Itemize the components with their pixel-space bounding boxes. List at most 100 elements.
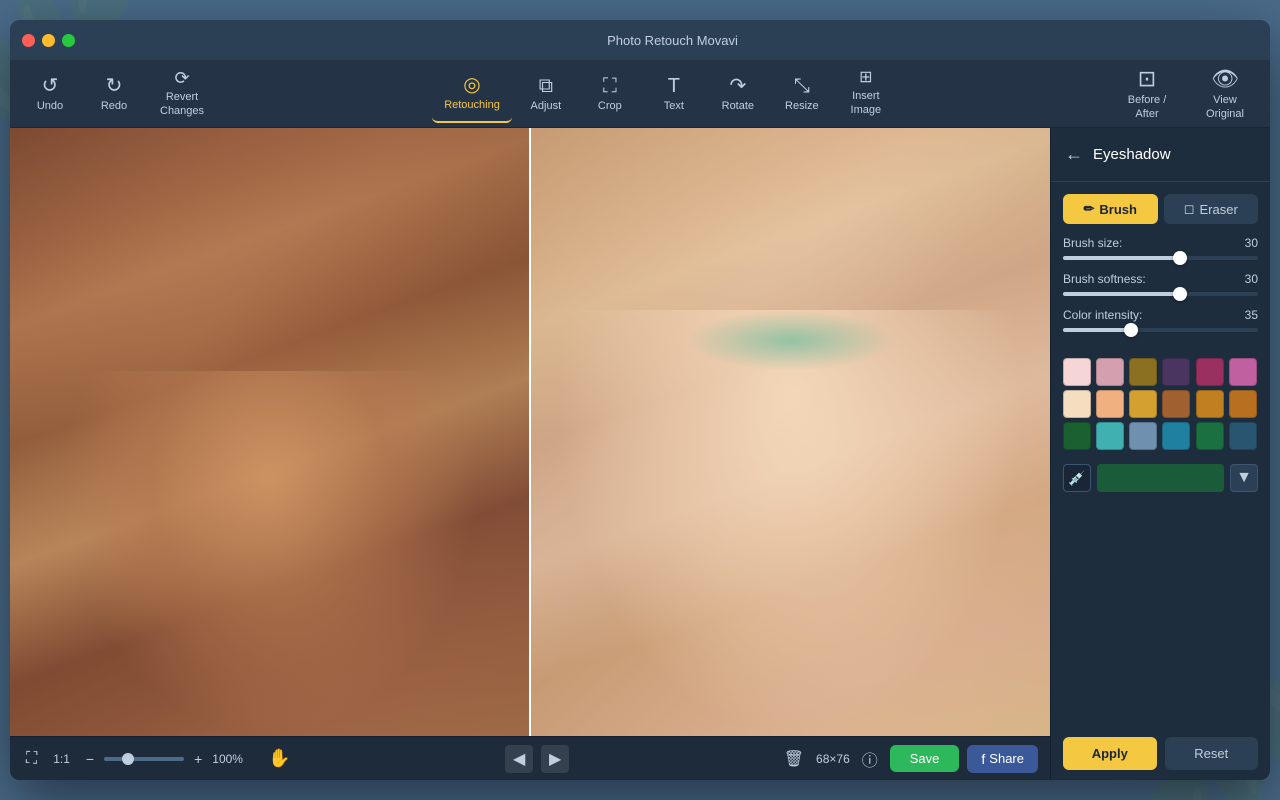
color-swatch-14[interactable] bbox=[1129, 422, 1157, 450]
color-swatch-5[interactable] bbox=[1229, 358, 1257, 386]
color-swatch-2[interactable] bbox=[1129, 358, 1157, 386]
color-swatch-1[interactable] bbox=[1096, 358, 1124, 386]
info-button[interactable]: ⓘ bbox=[858, 743, 882, 775]
eyedropper-icon: 💉 bbox=[1068, 470, 1085, 487]
zoom-ratio: 1:1 bbox=[53, 752, 70, 766]
zoom-slider[interactable] bbox=[104, 757, 184, 761]
facebook-icon: f bbox=[981, 751, 985, 767]
toolbar-right: ⊡ Before /After 👁 ViewOriginal bbox=[1112, 60, 1260, 126]
color-swatch-6[interactable] bbox=[1063, 390, 1091, 418]
share-button[interactable]: f Share bbox=[967, 745, 1038, 773]
undo-icon: ↺ bbox=[42, 76, 59, 96]
crop-button[interactable]: ⛶ Crop bbox=[580, 64, 640, 122]
delete-button[interactable]: 🗑 bbox=[780, 745, 808, 773]
color-intensity-fill bbox=[1063, 328, 1131, 332]
before-after-button[interactable]: ⊡ Before /After bbox=[1112, 60, 1182, 126]
brush-icon: ✏ bbox=[1084, 201, 1095, 217]
photo-display bbox=[10, 128, 1050, 736]
color-swatch-0[interactable] bbox=[1063, 358, 1091, 386]
zoom-thumb[interactable] bbox=[122, 753, 134, 765]
apply-button[interactable]: Apply bbox=[1063, 737, 1157, 770]
undo-button[interactable]: ↺ Undo bbox=[20, 63, 80, 123]
color-intensity-thumb[interactable] bbox=[1124, 323, 1138, 337]
color-intensity-label: Color intensity: bbox=[1063, 308, 1142, 322]
insert-image-button[interactable]: ⊞ InsertImage bbox=[836, 64, 896, 122]
color-swatch-4[interactable] bbox=[1196, 358, 1224, 386]
prev-image-button[interactable]: ◀ bbox=[505, 745, 533, 773]
redo-label: Redo bbox=[101, 100, 127, 112]
adjust-label: Adjust bbox=[531, 100, 562, 112]
bottom-bar: ⛶ 1:1 − + 100% ✋ ◀ ▶ 🗑 68×76 bbox=[10, 736, 1050, 780]
text-button[interactable]: T Text bbox=[644, 64, 704, 122]
adjust-button[interactable]: ⧉ Adjust bbox=[516, 64, 576, 122]
zoom-control: − + 100% bbox=[82, 747, 252, 771]
bottom-right: 🗑 68×76 ⓘ Save f Share bbox=[780, 743, 1038, 775]
custom-color-row: 💉 ▼ bbox=[1051, 456, 1270, 500]
close-button[interactable] bbox=[22, 34, 35, 47]
color-swatch-12[interactable] bbox=[1063, 422, 1091, 450]
maximize-button[interactable] bbox=[62, 34, 75, 47]
color-swatch-3[interactable] bbox=[1162, 358, 1190, 386]
brush-softness-slider[interactable] bbox=[1063, 292, 1258, 296]
share-label: Share bbox=[989, 751, 1024, 766]
chevron-down-icon: ▼ bbox=[1236, 469, 1252, 487]
photo-after bbox=[530, 128, 1050, 736]
eraser-button[interactable]: ◻ Eraser bbox=[1164, 194, 1259, 224]
resize-label: Resize bbox=[785, 100, 819, 112]
rotate-button[interactable]: ↷ Rotate bbox=[708, 64, 768, 122]
color-dropdown-button[interactable]: ▼ bbox=[1230, 464, 1258, 492]
revert-label: RevertChanges bbox=[160, 91, 204, 117]
hand-tool-button[interactable]: ✋ bbox=[264, 744, 294, 773]
brush-size-slider[interactable] bbox=[1063, 256, 1258, 260]
title-bar: Photo Retouch Movavi bbox=[10, 20, 1270, 60]
split-divider bbox=[529, 128, 531, 736]
selected-color-display bbox=[1097, 464, 1224, 492]
brush-softness-fill bbox=[1063, 292, 1180, 296]
color-swatch-13[interactable] bbox=[1096, 422, 1124, 450]
brush-size-row: Brush size: 30 bbox=[1063, 236, 1258, 250]
color-swatch-9[interactable] bbox=[1162, 390, 1190, 418]
zoom-percent: 100% bbox=[212, 752, 252, 766]
zoom-out-button[interactable]: − bbox=[82, 747, 98, 771]
app-window: Photo Retouch Movavi ↺ Undo ↻ Redo ⟳ Rev… bbox=[10, 20, 1270, 780]
brush-softness-thumb[interactable] bbox=[1173, 287, 1187, 301]
brush-softness-value: 30 bbox=[1245, 272, 1258, 286]
zoom-in-button[interactable]: + bbox=[190, 747, 206, 771]
navigation-controls: ◀ ▶ bbox=[307, 745, 768, 773]
photo-before bbox=[10, 128, 530, 736]
before-after-label: Before /After bbox=[1128, 94, 1167, 120]
back-button[interactable]: ← bbox=[1063, 142, 1085, 167]
color-swatch-8[interactable] bbox=[1129, 390, 1157, 418]
image-container[interactable] bbox=[10, 128, 1050, 736]
text-label: Text bbox=[664, 100, 684, 112]
toolbar: ↺ Undo ↻ Redo ⟳ RevertChanges ◎ Retouchi… bbox=[10, 60, 1270, 128]
redo-button[interactable]: ↻ Redo bbox=[84, 63, 144, 123]
color-swatch-15[interactable] bbox=[1162, 422, 1190, 450]
color-swatch-17[interactable] bbox=[1229, 422, 1257, 450]
resize-button[interactable]: ⤡ Resize bbox=[772, 64, 832, 122]
main-content: ⛶ 1:1 − + 100% ✋ ◀ ▶ 🗑 68×76 bbox=[10, 128, 1270, 780]
eyedropper-button[interactable]: 💉 bbox=[1063, 464, 1091, 492]
save-button[interactable]: Save bbox=[890, 745, 960, 772]
fullscreen-button[interactable]: ⛶ bbox=[22, 746, 41, 772]
reset-button[interactable]: Reset bbox=[1165, 737, 1259, 770]
retouching-label: Retouching bbox=[444, 99, 500, 111]
brush-eraser-toggle: ✏ Brush ◻ Eraser bbox=[1051, 182, 1270, 236]
color-swatch-7[interactable] bbox=[1096, 390, 1124, 418]
brush-size-thumb[interactable] bbox=[1173, 251, 1187, 265]
color-swatch-16[interactable] bbox=[1196, 422, 1224, 450]
crop-label: Crop bbox=[598, 100, 622, 112]
minimize-button[interactable] bbox=[42, 34, 55, 47]
adjust-icon: ⧉ bbox=[539, 76, 553, 96]
color-swatch-10[interactable] bbox=[1196, 390, 1224, 418]
color-swatch-11[interactable] bbox=[1229, 390, 1257, 418]
view-original-button[interactable]: 👁 ViewOriginal bbox=[1190, 60, 1260, 126]
retouching-button[interactable]: ◎ Retouching bbox=[432, 64, 512, 122]
color-intensity-slider[interactable] bbox=[1063, 328, 1258, 332]
brush-button[interactable]: ✏ Brush bbox=[1063, 194, 1158, 224]
insert-image-label: InsertImage bbox=[851, 90, 882, 116]
brush-softness-label: Brush softness: bbox=[1063, 272, 1146, 286]
toolbar-center: ◎ Retouching ⧉ Adjust ⛶ Crop T Text ↷ Ro… bbox=[216, 64, 1112, 122]
revert-button[interactable]: ⟳ RevertChanges bbox=[148, 63, 216, 123]
next-image-button[interactable]: ▶ bbox=[541, 745, 569, 773]
